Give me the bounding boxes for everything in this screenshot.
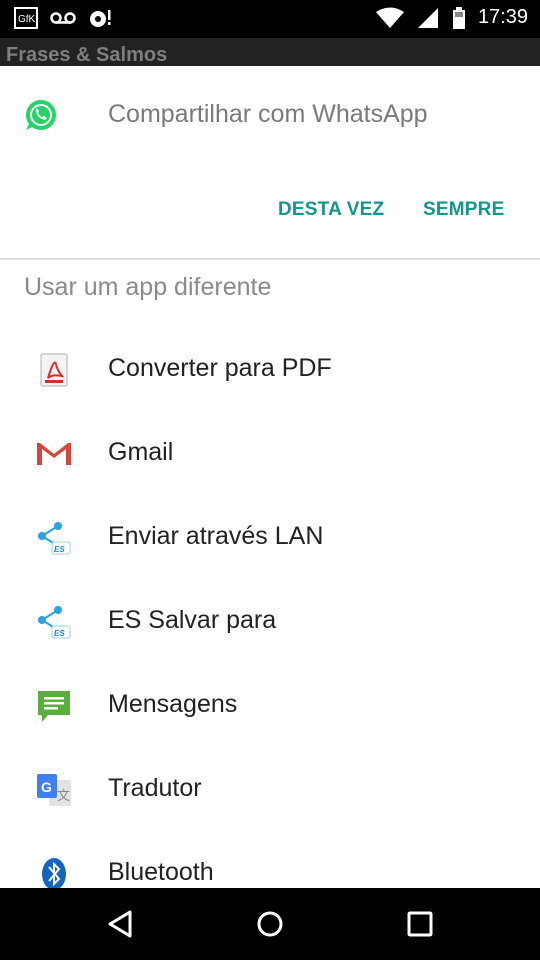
svg-text:G: G xyxy=(41,779,52,795)
app-list: Converter para PDF Gmail ES Enviar atrav… xyxy=(0,328,540,888)
android-debug-icon xyxy=(90,10,111,27)
translate-icon: 文 G xyxy=(37,774,71,806)
app-item-label: ES Salvar para xyxy=(108,606,277,634)
primary-app-label: Compartilhar com WhatsApp xyxy=(108,100,428,128)
app-item-mensagens[interactable]: Mensagens xyxy=(0,664,540,748)
recents-icon[interactable] xyxy=(402,906,438,942)
navigation-bar xyxy=(0,888,540,960)
whatsapp-icon xyxy=(25,100,56,130)
svg-text:ES: ES xyxy=(54,629,65,638)
bluetooth-icon xyxy=(42,858,66,888)
app-item-label: Bluetooth xyxy=(108,858,214,886)
gfk-icon: GfK xyxy=(14,7,38,29)
wifi-icon xyxy=(375,7,404,28)
app-item-enviar-lan[interactable]: ES Enviar através LAN xyxy=(0,496,540,580)
gmail-icon xyxy=(37,443,71,465)
status-right-icons: 17:39 xyxy=(375,6,528,29)
app-item-converter-pdf[interactable]: Converter para PDF xyxy=(0,328,540,412)
messages-icon xyxy=(38,691,70,722)
es-share-icon: ES xyxy=(38,522,71,555)
svg-text:GfK: GfK xyxy=(18,14,36,25)
app-bar: Frases & Salmos xyxy=(0,38,540,66)
app-item-gmail[interactable]: Gmail xyxy=(0,412,540,496)
app-item-bluetooth[interactable]: Bluetooth xyxy=(0,832,540,888)
always-button[interactable]: SEMPRE xyxy=(423,199,504,221)
just-once-button[interactable]: DESTA VEZ xyxy=(278,199,384,221)
es-share-icon: ES xyxy=(38,606,71,639)
voicemail-icon xyxy=(50,12,76,24)
divider xyxy=(0,258,540,260)
svg-text:文: 文 xyxy=(57,788,70,803)
share-chooser-sheet: Compartilhar com WhatsApp DESTA VEZ SEMP… xyxy=(0,66,540,888)
status-left-icons: GfK xyxy=(14,7,112,29)
app-item-label: Converter para PDF xyxy=(108,354,332,382)
app-item-label: Enviar através LAN xyxy=(108,522,324,550)
app-item-label: Tradutor xyxy=(108,774,202,802)
app-item-label: Mensagens xyxy=(108,690,238,718)
other-apps-title: Usar um app diferente xyxy=(24,273,272,301)
home-icon[interactable] xyxy=(252,906,288,942)
app-title: Frases & Salmos xyxy=(6,44,168,66)
app-item-tradutor[interactable]: 文 G Tradutor xyxy=(0,748,540,832)
primary-app-row[interactable]: Compartilhar com WhatsApp xyxy=(0,66,540,166)
status-time: 17:39 xyxy=(477,6,528,28)
svg-text:ES: ES xyxy=(54,545,65,554)
pdf-icon xyxy=(40,353,68,387)
app-item-es-salvar[interactable]: ES ES Salvar para xyxy=(0,580,540,664)
battery-icon xyxy=(452,6,465,29)
app-item-label: Gmail xyxy=(108,438,174,466)
back-icon[interactable] xyxy=(102,906,138,942)
status-bar: GfK 17:39 xyxy=(0,0,540,38)
signal-icon xyxy=(417,7,438,28)
